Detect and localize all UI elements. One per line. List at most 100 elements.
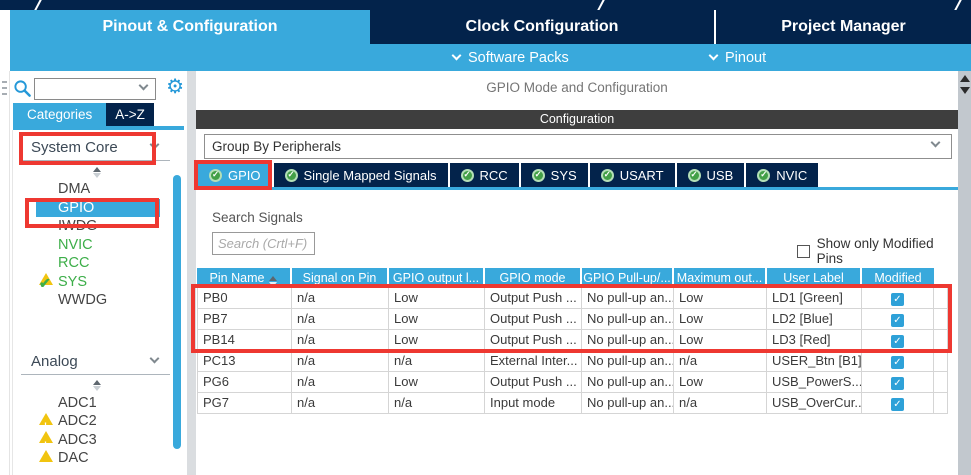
cell-gpio-output-level[interactable]: Low [389, 330, 485, 351]
checkbox-checked[interactable]: ✓ [891, 314, 904, 327]
cell-gpio-mode[interactable]: Output Push ... [485, 372, 582, 393]
mode-tab-usart[interactable]: USART [590, 163, 675, 187]
cell-max-output-speed[interactable]: Low [674, 288, 767, 309]
section-title[interactable]: System Core [13, 136, 180, 160]
cell-signal-on-pin[interactable]: n/a [292, 309, 389, 330]
tab-clock-configuration[interactable]: Clock Configuration [370, 10, 714, 44]
cell-gpio-mode[interactable]: Output Push ... [485, 288, 582, 309]
panel-collapse-handle[interactable] [0, 71, 10, 475]
cell-gpio-pull[interactable]: No pull-up an... [582, 393, 674, 414]
table-row-pb0[interactable]: PB0n/aLowOutput Push ...No pull-up an...… [197, 288, 948, 309]
sidebar-item-adc3[interactable]: ADC3 [36, 431, 160, 450]
column-header-pin-name[interactable]: Pin Name [197, 268, 292, 288]
cell-user-label[interactable]: LD1 [Green] [767, 288, 862, 309]
cell-max-output-speed[interactable]: n/a [674, 393, 767, 414]
software-packs-menu[interactable]: Software Packs [453, 44, 569, 71]
column-header-user-label[interactable]: User Label [767, 268, 862, 288]
cell-gpio-pull[interactable]: No pull-up an... [582, 330, 674, 351]
cell-modified[interactable]: ✓ [862, 288, 934, 309]
checkbox-checked[interactable]: ✓ [891, 293, 904, 306]
cell-signal-on-pin[interactable]: n/a [292, 351, 389, 372]
sort-icon[interactable] [269, 276, 277, 287]
cell-gpio-output-level[interactable]: Low [389, 288, 485, 309]
cell-max-output-speed[interactable]: Low [674, 309, 767, 330]
sidebar-item-iwdg[interactable]: IWDG [36, 217, 160, 236]
checkbox-checked[interactable]: ✓ [891, 356, 904, 369]
main-scrollbar[interactable] [958, 71, 971, 475]
list-scroll-spinner[interactable] [13, 378, 180, 394]
table-row-pb7[interactable]: PB7n/aLowOutput Push ...No pull-up an...… [197, 309, 948, 330]
cell-signal-on-pin[interactable]: n/a [292, 288, 389, 309]
cell-gpio-pull[interactable]: No pull-up an... [582, 351, 674, 372]
group-by-dropdown[interactable]: Group By Peripherals [204, 134, 952, 159]
cell-max-output-speed[interactable]: n/a [674, 351, 767, 372]
cell-pin-name[interactable]: PG6 [197, 372, 292, 393]
column-header-modified[interactable]: Modified [862, 268, 934, 288]
cell-pin-name[interactable]: PB14 [197, 330, 292, 351]
cell-max-output-speed[interactable]: Low [674, 330, 767, 351]
cell-gpio-pull[interactable]: No pull-up an... [582, 309, 674, 330]
gear-icon[interactable]: ⚙ [166, 74, 184, 100]
table-row-pg6[interactable]: PG6n/aLowOutput Push ...No pull-up an...… [197, 372, 948, 393]
column-header-gpio-output-l[interactable]: GPIO output l... [389, 268, 485, 288]
signal-search-input[interactable] [212, 232, 315, 255]
cell-signal-on-pin[interactable]: n/a [292, 330, 389, 351]
cell-signal-on-pin[interactable]: n/a [292, 372, 389, 393]
section-title[interactable]: Analog [13, 350, 180, 374]
tab-project-manager[interactable]: Project Manager [716, 10, 971, 44]
cell-gpio-output-level[interactable]: n/a [389, 351, 485, 372]
cell-gpio-mode[interactable]: External Inter... [485, 351, 582, 372]
sidebar-scrollbar[interactable] [173, 175, 181, 449]
cell-modified[interactable]: ✓ [862, 351, 934, 372]
scroll-down-icon[interactable] [960, 87, 970, 94]
column-header-gpio-pull-up[interactable]: GPIO Pull-up/... [582, 268, 674, 288]
table-row-pb14[interactable]: PB14n/aLowOutput Push ...No pull-up an..… [197, 330, 948, 351]
cell-gpio-output-level[interactable]: n/a [389, 393, 485, 414]
sidebar-item-adc2[interactable]: ADC2 [36, 412, 160, 431]
checkbox-checked[interactable]: ✓ [891, 335, 904, 348]
cell-pin-name[interactable]: PB7 [197, 309, 292, 330]
checkbox-unchecked[interactable] [797, 245, 810, 258]
tab-a-to-z[interactable]: A->Z [106, 103, 154, 126]
cell-gpio-output-level[interactable]: Low [389, 372, 485, 393]
pinout-menu[interactable]: Pinout [710, 44, 766, 71]
cell-user-label[interactable]: LD2 [Blue] [767, 309, 862, 330]
column-header-signal-on-pin[interactable]: Signal on Pin [292, 268, 389, 288]
column-header-gpio-mode[interactable]: GPIO mode [485, 268, 582, 288]
tab-pinout-configuration[interactable]: Pinout & Configuration [10, 10, 370, 44]
cell-user-label[interactable]: USER_Btn [B1] [767, 351, 862, 372]
table-row-pc13[interactable]: PC13n/an/aExternal Inter...No pull-up an… [197, 351, 948, 372]
cell-gpio-pull[interactable]: No pull-up an... [582, 372, 674, 393]
sidebar-item-nvic[interactable]: NVIC [36, 236, 160, 255]
mode-tab-nvic[interactable]: NVIC [746, 163, 818, 187]
sidebar-item-dma[interactable]: DMA [36, 180, 160, 199]
cell-gpio-mode[interactable]: Output Push ... [485, 309, 582, 330]
cell-user-label[interactable]: USB_OverCur... [767, 393, 862, 414]
cell-user-label[interactable]: LD3 [Red] [767, 330, 862, 351]
cell-gpio-pull[interactable]: No pull-up an... [582, 288, 674, 309]
mode-tab-rcc[interactable]: RCC [450, 163, 519, 187]
sidebar-item-dac[interactable]: DAC [36, 449, 160, 468]
mode-tab-single-mapped-signals[interactable]: Single Mapped Signals [274, 163, 448, 187]
cell-gpio-mode[interactable]: Output Push ... [485, 330, 582, 351]
mode-tab-gpio[interactable]: GPIO [198, 163, 272, 187]
checkbox-checked[interactable]: ✓ [891, 377, 904, 390]
cell-max-output-speed[interactable]: Low [674, 372, 767, 393]
mode-tab-sys[interactable]: SYS [521, 163, 588, 187]
cell-modified[interactable]: ✓ [862, 309, 934, 330]
cell-signal-on-pin[interactable]: n/a [292, 393, 389, 414]
show-only-modified-filter[interactable]: Show only Modified Pins [797, 236, 958, 266]
cell-modified[interactable]: ✓ [862, 372, 934, 393]
scroll-up-icon[interactable] [960, 75, 970, 82]
mode-tab-usb[interactable]: USB [677, 163, 745, 187]
list-scroll-spinner[interactable] [13, 164, 180, 180]
column-header-maximum-out[interactable]: Maximum out... [674, 268, 767, 288]
cell-pin-name[interactable]: PC13 [197, 351, 292, 372]
panel-splitter[interactable] [187, 71, 196, 475]
table-row-pg7[interactable]: PG7n/an/aInput modeNo pull-up an...n/aUS… [197, 393, 948, 414]
sidebar-item-gpio[interactable]: GPIO [36, 199, 160, 218]
cell-gpio-output-level[interactable]: Low [389, 309, 485, 330]
cell-pin-name[interactable]: PB0 [197, 288, 292, 309]
sidebar-item-sys[interactable]: ✔SYS [36, 273, 160, 292]
checkbox-checked[interactable]: ✓ [891, 398, 904, 411]
